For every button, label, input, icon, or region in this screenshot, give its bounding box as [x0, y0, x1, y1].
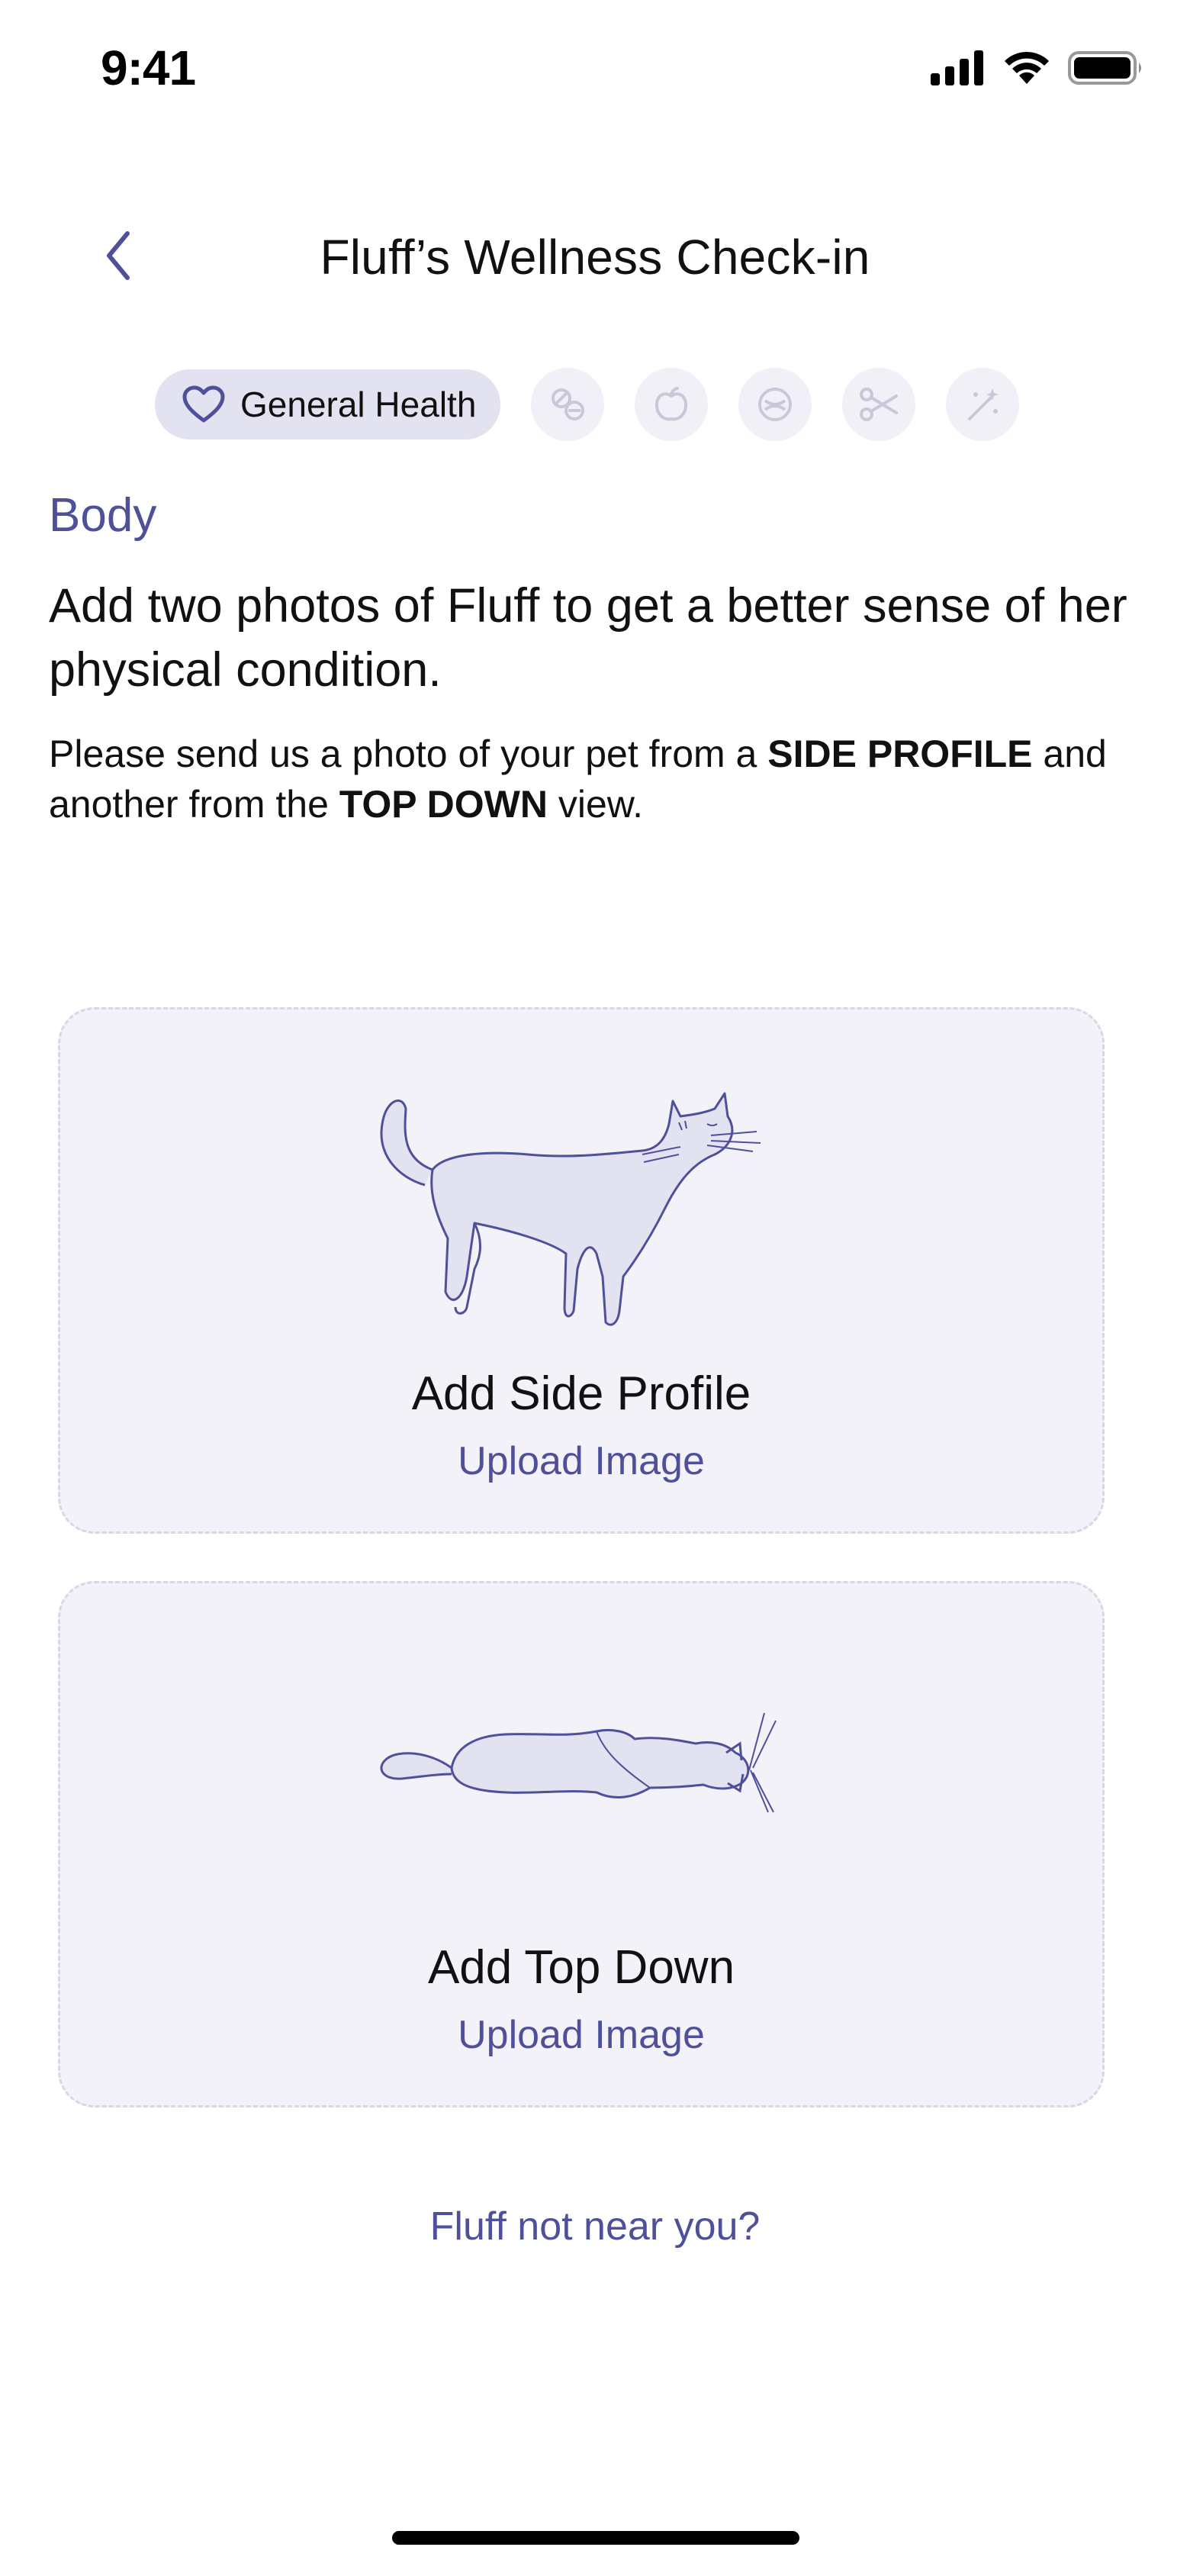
- cat-side-illustration: [380, 1092, 761, 1326]
- top-down-upload-card[interactable]: Add Top Down Upload Image: [58, 1581, 1105, 2107]
- side-profile-upload-link[interactable]: Upload Image: [60, 1438, 1102, 1484]
- status-bar: 9:41: [0, 0, 1190, 145]
- side-profile-upload-card[interactable]: Add Side Profile Upload Image: [58, 1007, 1105, 1534]
- instructions-side-profile: SIDE PROFILE: [767, 733, 1033, 775]
- instructions-top-down: TOP DOWN: [339, 783, 548, 826]
- bowl-icon: [758, 388, 793, 421]
- chip-behavior[interactable]: [738, 368, 812, 441]
- wand-icon: [968, 388, 999, 420]
- top-down-illustration-wrap: [60, 1698, 1102, 1820]
- pet-not-near-link[interactable]: Fluff not near you?: [0, 2204, 1190, 2249]
- cat-top-illustration: [380, 1712, 777, 1813]
- status-time: 9:41: [101, 40, 196, 95]
- top-down-title: Add Top Down: [427, 1941, 735, 1994]
- apple-icon: [655, 387, 688, 421]
- wifi-icon: [1005, 51, 1049, 84]
- pills-icon: [552, 388, 585, 420]
- chip-general-health[interactable]: General Health: [155, 369, 501, 440]
- top-down-upload-link[interactable]: Upload Image: [60, 2012, 1102, 2058]
- instructions-text: Please send us a photo of your pet from …: [49, 729, 1147, 829]
- category-chips: General Health: [155, 366, 1020, 443]
- chip-medication[interactable]: [531, 368, 605, 441]
- instructions-part-1: Please send us a photo of your pet from …: [49, 733, 768, 775]
- instructions-part-3: view.: [547, 783, 643, 826]
- chip-grooming[interactable]: [842, 368, 916, 441]
- header: Fluff’s Wellness Check-in: [0, 198, 1190, 313]
- chip-general-health-label: General Health: [240, 385, 477, 424]
- side-profile-title: Add Side Profile: [411, 1367, 751, 1420]
- signal-icon: [931, 50, 983, 85]
- battery-icon: [1068, 51, 1141, 85]
- status-icons: [931, 50, 1144, 85]
- heart-icon: [182, 385, 225, 423]
- headline: Add two photos of Fluff to get a better …: [49, 579, 1127, 697]
- scissors-icon: [860, 388, 899, 421]
- home-indicator[interactable]: [392, 2531, 799, 2545]
- chip-nutrition[interactable]: [635, 368, 709, 441]
- page-title: Fluff’s Wellness Check-in: [320, 230, 870, 285]
- section-label: Body: [49, 489, 157, 542]
- chip-enrichment[interactable]: [946, 368, 1020, 441]
- side-profile-illustration-wrap: [60, 1048, 1102, 1368]
